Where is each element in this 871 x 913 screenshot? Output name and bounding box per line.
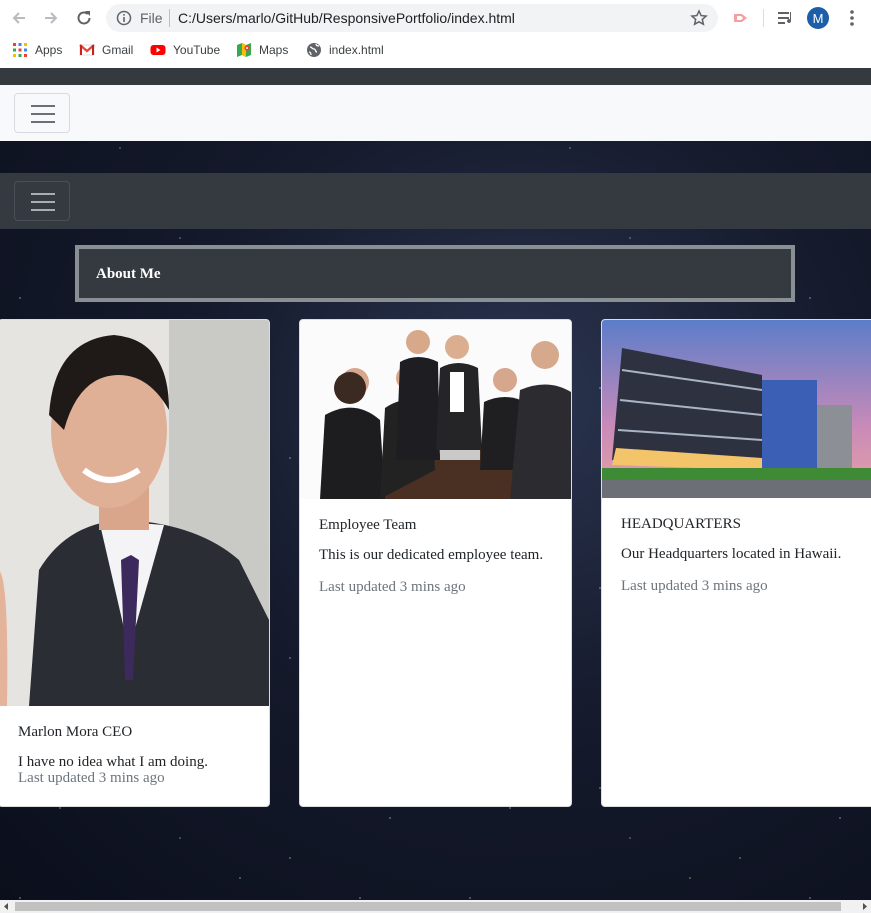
hamburger-icon <box>31 121 55 123</box>
reload-button[interactable] <box>74 8 94 28</box>
forward-arrow-icon <box>45 12 58 24</box>
card-text: This is our dedicated employee team. <box>319 547 544 563</box>
omnibox-divider <box>169 9 170 27</box>
bookmark-index[interactable]: index.html <box>306 41 384 59</box>
card-title: Marlon Mora CEO <box>18 724 133 740</box>
bookmark-star-icon[interactable] <box>690 9 708 27</box>
bookmark-apps[interactable]: Apps <box>12 41 62 59</box>
hamburger-icon <box>31 201 55 203</box>
media-queue-icon[interactable] <box>776 8 796 28</box>
page-viewport: About Me Marlon Mora CEO I have no idea … <box>0 68 871 900</box>
card-updated: Last updated 3 mins ago <box>18 770 165 786</box>
hamburger-icon <box>31 113 55 115</box>
card-ceo: Marlon Mora CEO I have no idea what I am… <box>0 319 270 807</box>
hamburger-icon <box>31 193 55 195</box>
bookmark-label: YouTube <box>173 43 221 57</box>
youtube-icon <box>150 45 166 55</box>
browser-toolbar: File C:/Users/marlo/GitHub/ResponsivePor… <box>0 0 871 36</box>
reload-icon <box>77 11 91 25</box>
bookmark-label: index.html <box>329 43 384 57</box>
ceo-portrait-image <box>0 320 269 706</box>
horizontal-scrollbar[interactable] <box>0 900 871 913</box>
bookmark-label: Gmail <box>102 43 134 57</box>
headquarters-image <box>602 320 871 498</box>
toolbar-divider <box>763 9 764 27</box>
url-text[interactable]: C:/Users/marlo/GitHub/ResponsivePortfoli… <box>178 10 515 26</box>
apps-grid-icon <box>13 43 27 57</box>
menu-kebab-icon[interactable] <box>842 8 862 28</box>
card-updated: Last updated 3 mins ago <box>621 578 768 594</box>
profile-avatar[interactable]: M <box>807 7 829 29</box>
forward-button[interactable] <box>41 8 61 28</box>
card-text: I have no idea what I am doing. <box>18 754 208 770</box>
bookmarks-bar: Apps Gmail YouTube Maps index.html <box>0 36 871 64</box>
card-team: Employee Team This is our dedicated empl… <box>299 319 572 807</box>
bookmark-gmail[interactable]: Gmail <box>79 41 133 59</box>
bookmark-label: Maps <box>259 43 289 57</box>
bookmark-label: Apps <box>35 43 63 57</box>
about-me-heading: About Me <box>96 266 161 282</box>
employee-team-image <box>300 320 571 499</box>
about-me-banner: About Me <box>75 245 795 302</box>
scroll-left-arrow-icon[interactable] <box>3 903 10 910</box>
card-headquarters: HEADQUARTERS Our Headquarters located in… <box>601 319 871 807</box>
top-strip <box>0 68 871 85</box>
scroll-right-arrow-icon[interactable] <box>861 903 868 910</box>
back-arrow-icon <box>12 12 25 24</box>
navbar-light <box>0 85 871 141</box>
bookmark-maps[interactable]: Maps <box>236 41 288 59</box>
scrollbar-thumb[interactable] <box>15 902 841 911</box>
card-title: Employee Team <box>319 517 417 533</box>
navbar-dark <box>0 173 871 229</box>
gmail-icon <box>79 44 95 56</box>
bookmark-youtube[interactable]: YouTube <box>150 41 220 59</box>
card-updated: Last updated 3 mins ago <box>319 579 466 595</box>
hamburger-icon <box>31 105 55 107</box>
address-bar[interactable]: File C:/Users/marlo/GitHub/ResponsivePor… <box>106 4 718 32</box>
card-title: HEADQUARTERS <box>621 516 741 532</box>
globe-icon <box>307 43 321 57</box>
back-button[interactable] <box>9 8 29 28</box>
maps-icon <box>237 43 251 57</box>
hamburger-icon <box>31 209 55 211</box>
info-icon[interactable] <box>116 10 132 26</box>
extension-icon[interactable] <box>731 8 751 28</box>
navbar-toggler-button[interactable] <box>14 181 70 221</box>
card-text: Our Headquarters located in Hawaii. <box>621 546 842 562</box>
scheme-label: File <box>140 10 163 26</box>
navbar-toggler-button[interactable] <box>14 93 70 133</box>
